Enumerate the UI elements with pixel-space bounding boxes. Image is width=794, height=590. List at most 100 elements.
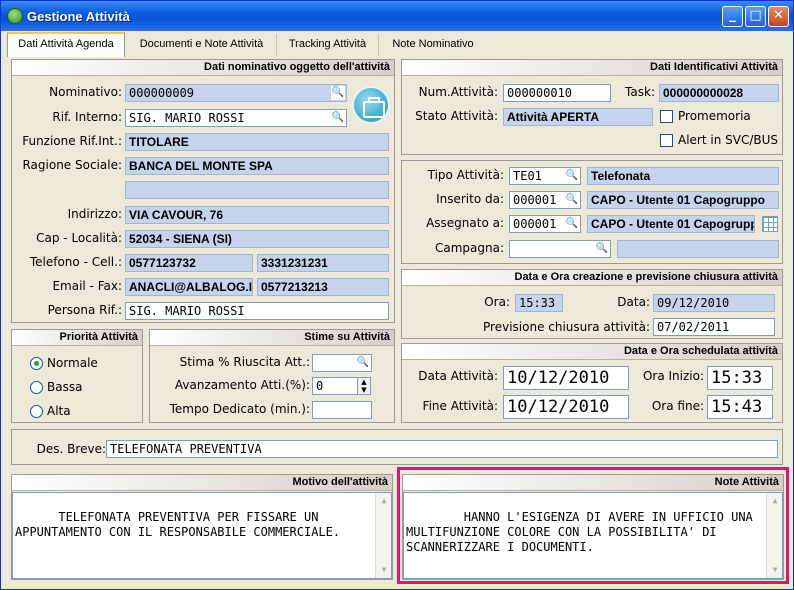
search-icon[interactable]: 🔍 — [595, 242, 609, 256]
label-cap: Cap - Località: — [36, 231, 122, 245]
scroll-up-icon[interactable]: ▲ — [768, 494, 782, 508]
num-attivita-field[interactable]: 000000010 — [503, 84, 611, 102]
tempo-field[interactable] — [312, 401, 372, 419]
label-telefono: Telefono - Cell.: — [29, 255, 122, 269]
label-ora-inizio: Ora Inizio: — [642, 369, 704, 383]
spin-down-icon[interactable]: ▼ — [358, 386, 370, 394]
panel-header: Note Attività — [403, 475, 783, 491]
funzione-field: TITOLARE — [125, 133, 389, 151]
label-tempo: Tempo Dedicato (min.): — [169, 402, 310, 416]
indirizzo-field: VIA CAVOUR, 76 — [125, 206, 389, 224]
search-icon[interactable]: 🔍 — [565, 217, 579, 231]
telefono-field: 0577123732 — [125, 254, 253, 272]
note-textarea[interactable]: HANNO L'ESIGENZA DI AVERE IN UFFICIO UNA… — [403, 492, 783, 579]
panel-des-breve: Des. Breve: TELEFONATA PREVENTIVA — [11, 429, 783, 465]
label-ragione-sociale: Ragione Sociale: — [22, 158, 122, 172]
tab-dati-attivita-agenda[interactable]: Dati Attività Agenda — [7, 32, 125, 57]
des-breve-field[interactable]: TELEFONATA PREVENTIVA — [106, 440, 778, 458]
promemoria-label: Promemoria — [678, 109, 751, 123]
label-num-attivita: Num.Attività: — [418, 85, 498, 99]
label-ora: Ora: — [484, 295, 510, 309]
persona-field[interactable]: SIG. MARIO ROSSI — [125, 302, 389, 320]
panel-header: Dati Identificativi Attività — [402, 60, 782, 76]
label-stato-attivita: Stato Attività: — [415, 109, 498, 123]
radio-bassa[interactable] — [30, 381, 43, 394]
avanzamento-spinner[interactable]: ▲ ▼ — [357, 377, 371, 395]
motivo-textarea[interactable]: TELEFONATA PREVENTIVA PER FISSARE UN APP… — [12, 492, 392, 579]
assegnato-code-field[interactable]: 000001 🔍 — [509, 215, 581, 233]
tipo-desc-field: Telefonata — [587, 167, 779, 185]
alert-label: Alert in SVC/BUS — [678, 133, 779, 147]
panel-header: Dati nominativo oggetto dell'attività — [12, 60, 394, 76]
radio-alta-label: Alta — [47, 404, 71, 418]
task-field: 000000000028 — [659, 84, 779, 102]
scroll-down-icon[interactable]: ▼ — [768, 563, 782, 577]
label-task: Task: — [625, 85, 655, 99]
ragione-sociale-field: BANCA DEL MONTE SPA — [125, 157, 389, 175]
scroll-up-icon[interactable]: ▲ — [377, 494, 391, 508]
panel-dati-nominativo: Dati nominativo oggetto dell'attività No… — [11, 59, 395, 323]
label-funzione: Funzione Rif.Int.: — [22, 134, 122, 148]
label-fine-attivita: Fine Attività: — [422, 399, 498, 413]
stato-attivita-field: Attività APERTA — [503, 108, 653, 126]
inserito-code-field[interactable]: 000001 🔍 — [509, 191, 581, 209]
maximize-button[interactable]: □ — [745, 6, 766, 27]
search-icon[interactable]: 🔍 — [331, 111, 345, 125]
radio-normale[interactable] — [30, 357, 43, 370]
briefcase-icon[interactable] — [352, 86, 390, 124]
cap-field: 52034 - SIENA (SI) — [125, 230, 389, 248]
minimize-button[interactable]: _ — [722, 6, 743, 27]
promemoria-checkbox[interactable] — [660, 110, 673, 123]
rif-interno-field[interactable]: SIG. MARIO ROSSI 🔍 — [125, 109, 347, 127]
panel-creazione: Data e Ora creazione e previsione chiusu… — [401, 269, 783, 339]
fine-attivita-field[interactable]: 10/12/2010 — [503, 395, 629, 419]
scroll-down-icon[interactable]: ▼ — [377, 563, 391, 577]
panel-motivo: Motivo dell'attività TELEFONATA PREVENTI… — [11, 474, 393, 580]
panel-priorita: Priorità Attività Normale Bassa Alta — [11, 329, 143, 423]
search-icon[interactable]: 🔍 — [356, 356, 370, 370]
avanzamento-field[interactable]: 0 — [312, 377, 358, 395]
panel-header: Data e Ora schedulata attività — [402, 344, 782, 360]
ora-inizio-field[interactable]: 15:33 — [707, 366, 773, 390]
motivo-text: TELEFONATA PREVENTIVA PER FISSARE UN APP… — [15, 510, 341, 539]
search-icon[interactable]: 🔍 — [565, 193, 579, 207]
radio-alta[interactable] — [30, 405, 43, 418]
campagna-code-field[interactable]: 🔍 — [509, 240, 611, 258]
scrollbar[interactable]: ▲ ▼ — [375, 493, 391, 578]
nominativo-field[interactable]: 000000009 🔍 — [125, 84, 347, 102]
tipo-code-field[interactable]: TE01 🔍 — [509, 167, 581, 185]
previsione-chiusura-field[interactable]: 07/02/2011 — [653, 318, 775, 336]
alert-checkbox[interactable] — [660, 134, 673, 147]
panel-header: Data e Ora creazione e previsione chiusu… — [402, 270, 782, 286]
ora-creazione-field: 15:33 — [515, 294, 563, 312]
panel-header: Stime su Attività — [150, 330, 394, 346]
ora-fine-field[interactable]: 15:43 — [707, 395, 773, 419]
fax-field: 0577213213 — [257, 278, 389, 296]
inserito-desc-field: CAPO - Utente 01 Capogruppo — [587, 191, 779, 209]
spin-up-icon[interactable]: ▲ — [358, 378, 370, 386]
label-stima: Stima % Riuscita Att.: — [179, 355, 310, 369]
title-bar[interactable]: Gestione Attività _ □ ✕ — [1, 1, 793, 31]
panel-header: Motivo dell'attività — [12, 475, 392, 491]
search-icon[interactable]: 🔍 — [331, 86, 345, 100]
label-persona: Persona Rif.: — [47, 303, 122, 317]
label-data: Data: — [617, 295, 650, 309]
label-inserito-da: Inserito da: — [436, 192, 504, 206]
label-tipo-attivita: Tipo Attività: — [427, 168, 504, 182]
label-nominativo: Nominativo: — [49, 85, 122, 99]
label-campagna: Campagna: — [434, 241, 504, 255]
tab-documenti-note[interactable]: Documenti e Note Attività — [127, 34, 277, 56]
window-title: Gestione Attività — [27, 9, 130, 24]
stima-field[interactable]: 🔍 — [312, 354, 372, 372]
tab-strip: Dati Attività Agenda Documenti e Note At… — [5, 32, 791, 57]
search-icon[interactable]: 🔍 — [565, 169, 579, 183]
calendar-icon[interactable] — [762, 216, 778, 232]
panel-dati-identificativi: Dati Identificativi Attività Num.Attivit… — [401, 59, 783, 155]
close-button[interactable]: ✕ — [768, 6, 789, 27]
scrollbar[interactable]: ▲ ▼ — [766, 493, 782, 578]
tab-note-nominativo[interactable]: Note Nominativo — [379, 34, 487, 56]
data-attivita-field[interactable]: 10/12/2010 — [503, 366, 629, 390]
tab-tracking[interactable]: Tracking Attività — [277, 34, 379, 56]
label-data-attivita: Data Attività: — [418, 369, 498, 383]
label-ora-fine: Ora fine: — [651, 399, 704, 413]
